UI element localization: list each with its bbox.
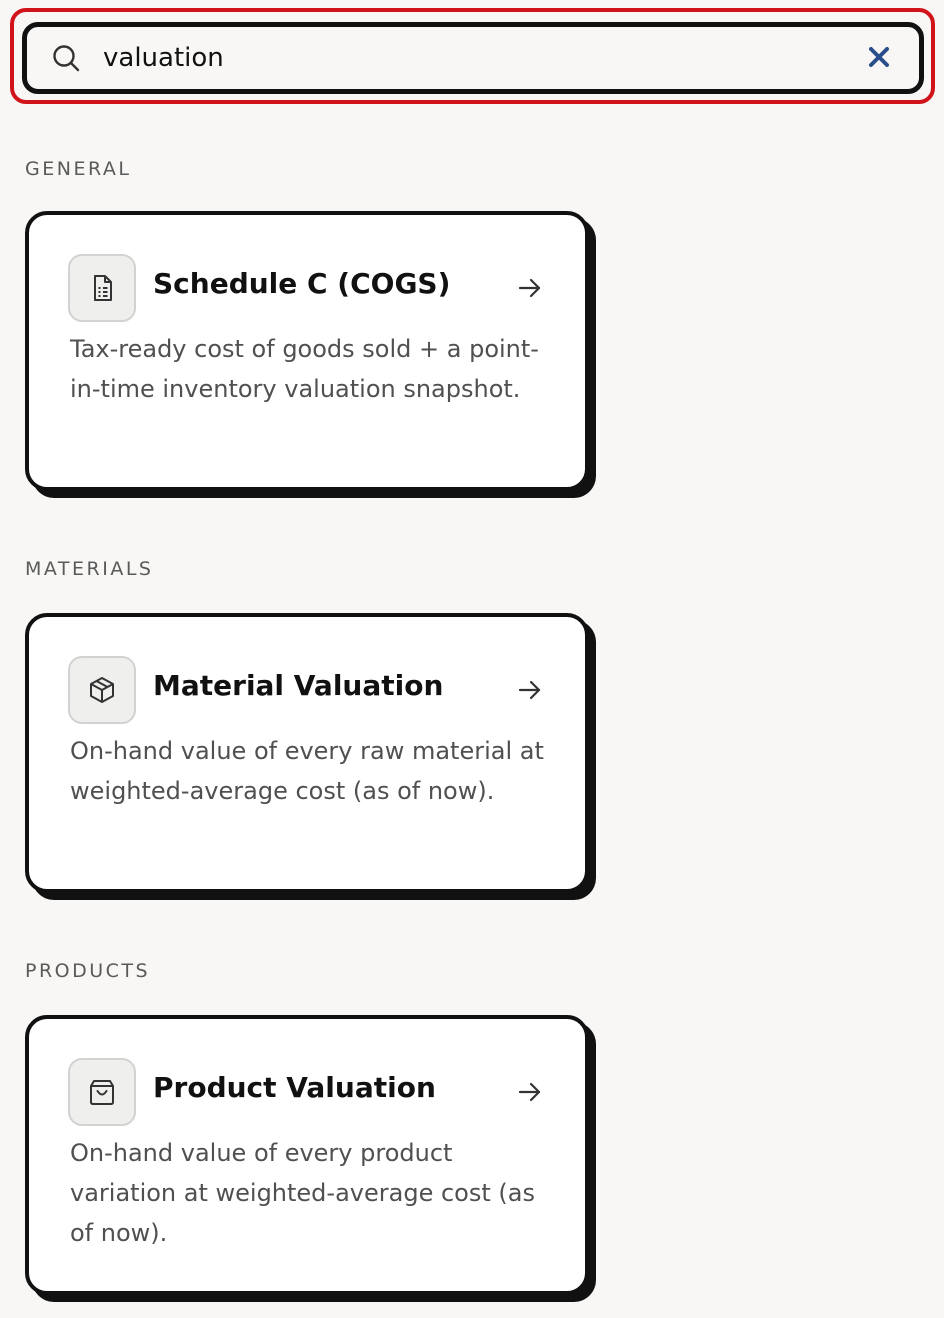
section-label-general: GENERAL	[25, 158, 132, 180]
report-card-material-valuation[interactable]: Material Valuation On-hand value of ever…	[25, 613, 589, 893]
clear-search-button[interactable]	[859, 38, 899, 78]
report-search-page: GENERAL Schedule C (COGS) Tax-ready cost…	[0, 0, 944, 1318]
card-description: On-hand value of every product variation…	[70, 1139, 535, 1247]
box-icon	[68, 656, 136, 724]
card-description: Tax-ready cost of goods sold + a point-i…	[70, 335, 539, 403]
document-icon	[68, 254, 136, 322]
report-card-schedule-c[interactable]: Schedule C (COGS) Tax-ready cost of good…	[25, 211, 589, 491]
arrow-right-icon	[515, 1077, 545, 1107]
close-icon	[868, 46, 890, 71]
arrow-right-icon	[515, 273, 545, 303]
search-box[interactable]	[22, 22, 924, 94]
section-label-materials: MATERIALS	[25, 558, 154, 580]
search-icon	[51, 43, 81, 73]
card-title: Schedule C (COGS)	[153, 267, 451, 300]
search-input[interactable]	[103, 33, 859, 83]
card-title: Product Valuation	[153, 1071, 436, 1104]
shopping-bag-icon	[68, 1058, 136, 1126]
report-card-product-valuation[interactable]: Product Valuation On-hand value of every…	[25, 1015, 589, 1295]
section-label-products: PRODUCTS	[25, 960, 151, 982]
arrow-right-icon	[515, 675, 545, 705]
card-description: On-hand value of every raw material at w…	[70, 737, 544, 805]
card-title: Material Valuation	[153, 669, 444, 702]
